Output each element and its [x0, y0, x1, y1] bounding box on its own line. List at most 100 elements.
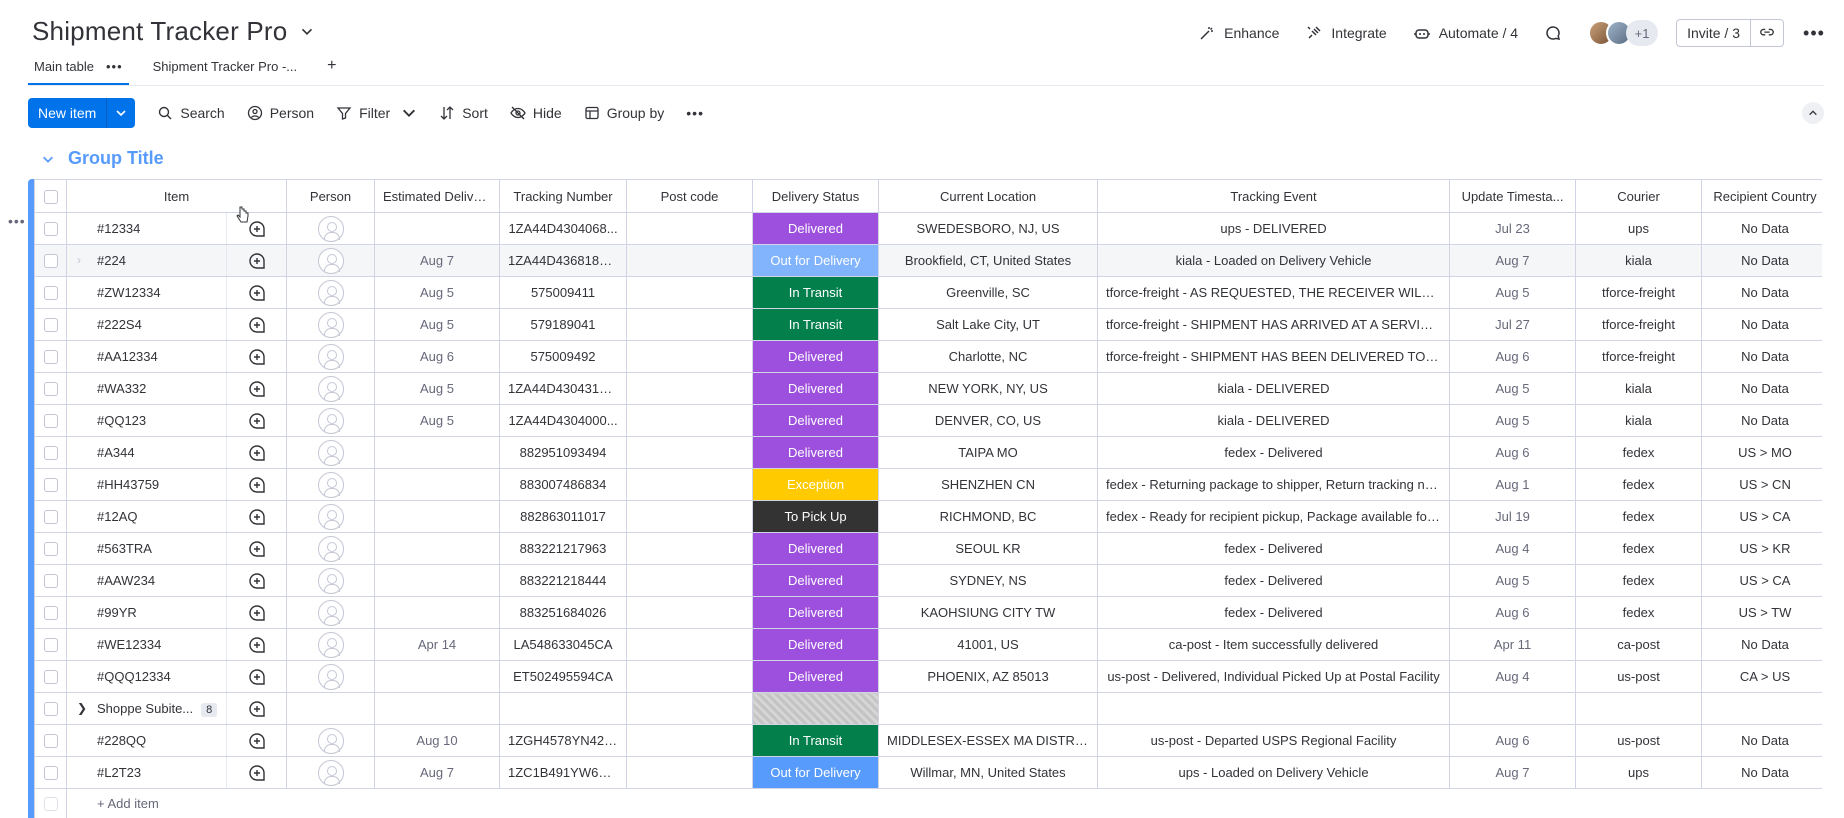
collapse-header-button[interactable] — [1802, 102, 1824, 124]
add-update-button[interactable] — [225, 660, 288, 693]
current-location-cell[interactable]: 41001, US — [878, 628, 1099, 661]
courier-cell[interactable]: kiala — [1575, 244, 1703, 277]
column-header-post-code[interactable]: Post code — [626, 179, 754, 213]
table-row[interactable]: #222S4 Aug 5 579189041 In Transit Salt Lake … — [34, 308, 1822, 341]
add-update-button[interactable] — [225, 468, 288, 501]
add-update-button[interactable] — [225, 276, 288, 309]
item-name-cell[interactable]: #L2T23 — [66, 756, 227, 789]
person-cell[interactable] — [286, 276, 376, 309]
tracking-event-cell[interactable]: fedex - Ready for recipient pickup, Pack… — [1097, 500, 1451, 533]
person-cell[interactable] — [286, 564, 376, 597]
delivery-status-cell[interactable]: Delivered — [752, 436, 880, 469]
update-timestamp-cell[interactable]: Aug 7 — [1449, 244, 1577, 277]
update-timestamp-cell[interactable]: Aug 4 — [1449, 660, 1577, 693]
column-header-update-timestamp[interactable]: Update Timesta... — [1449, 179, 1577, 213]
estimated-delivery-cell[interactable] — [374, 468, 501, 501]
table-row[interactable]: #AA12334 Aug 6 575009492 Delivered Charlotte… — [34, 340, 1822, 373]
post-code-cell[interactable] — [626, 404, 754, 437]
more-toolbar-options-icon[interactable]: ••• — [686, 105, 704, 121]
chevron-down-icon[interactable] — [297, 22, 317, 42]
row-checkbox[interactable] — [43, 734, 58, 749]
table-row[interactable]: ❯ Shoppe Subite... 8 — [34, 692, 1822, 725]
item-name-cell[interactable]: #ZW12334 — [66, 276, 227, 309]
estimated-delivery-cell[interactable]: Aug 5 — [374, 308, 501, 341]
post-code-cell[interactable] — [626, 692, 754, 725]
invite-button[interactable]: Invite / 3 — [1677, 20, 1751, 46]
tracking-event-cell[interactable]: fedex - Delivered — [1097, 532, 1451, 565]
row-checkbox[interactable] — [43, 446, 58, 461]
tracking-event-cell[interactable]: us-post - Departed USPS Regional Facilit… — [1097, 724, 1451, 757]
item-name-cell[interactable]: #QQQ12334 — [66, 660, 227, 693]
estimated-delivery-cell[interactable] — [374, 500, 501, 533]
courier-cell[interactable]: fedex — [1575, 596, 1703, 629]
current-location-cell[interactable]: RICHMOND, BC — [878, 500, 1099, 533]
table-row[interactable]: #228QQ Aug 10 1ZGH4578YN429... In Transit MI… — [34, 724, 1822, 757]
delivery-status-cell[interactable]: Out for Delivery — [752, 244, 880, 277]
delivery-status-cell[interactable]: Delivered — [752, 212, 880, 245]
recipient-country-cell[interactable]: No Data — [1701, 308, 1822, 341]
tab-secondary-view[interactable]: Shipment Tracker Pro -... — [147, 56, 304, 85]
add-view-button[interactable]: + — [327, 56, 336, 75]
courier-cell[interactable]: tforce-freight — [1575, 276, 1703, 309]
table-row[interactable]: #WA332 Aug 5 1ZA44D43043179... Delivered NEW… — [34, 372, 1822, 405]
estimated-delivery-cell[interactable]: Apr 14 — [374, 628, 501, 661]
row-checkbox[interactable] — [43, 318, 58, 333]
item-name-cell[interactable]: #12AQ — [66, 500, 227, 533]
tracking-number-cell[interactable]: 882863011017 — [499, 500, 628, 533]
tracking-event-cell[interactable]: us-post - Delivered, Individual Picked U… — [1097, 660, 1451, 693]
current-location-cell[interactable]: SYDNEY, NS — [878, 564, 1099, 597]
item-name-cell[interactable]: #HH43759 — [66, 468, 227, 501]
estimated-delivery-cell[interactable]: Aug 7 — [374, 756, 501, 789]
post-code-cell[interactable] — [626, 244, 754, 277]
person-filter-button[interactable]: Person — [247, 105, 314, 121]
updates-button[interactable] — [1544, 24, 1562, 42]
tracking-number-cell[interactable]: 575009492 — [499, 340, 628, 373]
tracking-number-cell[interactable]: 883221217963 — [499, 532, 628, 565]
row-options-icon[interactable]: ••• — [8, 213, 26, 229]
estimated-delivery-cell[interactable] — [374, 564, 501, 597]
delivery-status-cell[interactable]: Delivered — [752, 596, 880, 629]
person-cell[interactable] — [286, 660, 376, 693]
item-name-cell[interactable]: #12334 — [66, 212, 227, 245]
automate-button[interactable]: Automate / 4 — [1413, 24, 1518, 42]
column-header-tracking-event[interactable]: Tracking Event — [1097, 179, 1451, 213]
copy-link-button[interactable] — [1751, 20, 1783, 46]
tracking-event-cell[interactable]: fedex - Returning package to shipper, Re… — [1097, 468, 1451, 501]
recipient-country-cell[interactable]: No Data — [1701, 372, 1822, 405]
tracking-event-cell[interactable]: kiala - DELIVERED — [1097, 404, 1451, 437]
column-header-item[interactable]: Item — [65, 179, 288, 213]
item-name-cell[interactable]: #228QQ — [66, 724, 227, 757]
courier-cell[interactable]: ups — [1575, 756, 1703, 789]
tab-main-table[interactable]: Main table ••• — [28, 56, 129, 85]
post-code-cell[interactable] — [626, 756, 754, 789]
delivery-status-cell[interactable]: Delivered — [752, 372, 880, 405]
person-cell[interactable] — [286, 244, 376, 277]
estimated-delivery-cell[interactable]: Aug 10 — [374, 724, 501, 757]
row-checkbox[interactable] — [43, 766, 58, 781]
courier-cell[interactable]: fedex — [1575, 532, 1703, 565]
tracking-number-cell[interactable]: 1ZA44D43043179... — [499, 372, 628, 405]
tracking-number-cell[interactable]: 883221218444 — [499, 564, 628, 597]
delivery-status-cell[interactable]: Delivered — [752, 628, 880, 661]
recipient-country-cell[interactable]: No Data — [1701, 276, 1822, 309]
current-location-cell[interactable]: SEOUL KR — [878, 532, 1099, 565]
item-name-cell[interactable]: #WE12334 — [66, 628, 227, 661]
add-update-button[interactable] — [225, 244, 288, 277]
recipient-country-cell[interactable]: US > CA — [1701, 500, 1822, 533]
add-update-button[interactable] — [225, 724, 288, 757]
recipient-country-cell[interactable]: No Data — [1701, 212, 1822, 245]
group-collapse-chevron-icon[interactable] — [40, 151, 56, 167]
person-cell[interactable] — [286, 372, 376, 405]
courier-cell[interactable]: us-post — [1575, 724, 1703, 757]
item-name-cell[interactable]: #99YR — [66, 596, 227, 629]
delivery-status-cell[interactable]: Exception — [752, 468, 880, 501]
tracking-number-cell[interactable]: 882951093494 — [499, 436, 628, 469]
current-location-cell[interactable]: SHENZHEN CN — [878, 468, 1099, 501]
sort-button[interactable]: Sort — [439, 105, 488, 121]
current-location-cell[interactable]: PHOENIX, AZ 85013 — [878, 660, 1099, 693]
estimated-delivery-cell[interactable]: Aug 5 — [374, 372, 501, 405]
table-row[interactable]: #A344 882951093494 Delivered TAIPA MO fedex … — [34, 436, 1822, 469]
table-row[interactable]: #WE12334 Apr 14 LA548633045CA Delivered 4100… — [34, 628, 1822, 661]
current-location-cell[interactable]: Charlotte, NC — [878, 340, 1099, 373]
item-name-cell[interactable]: #AAW234 — [66, 564, 227, 597]
